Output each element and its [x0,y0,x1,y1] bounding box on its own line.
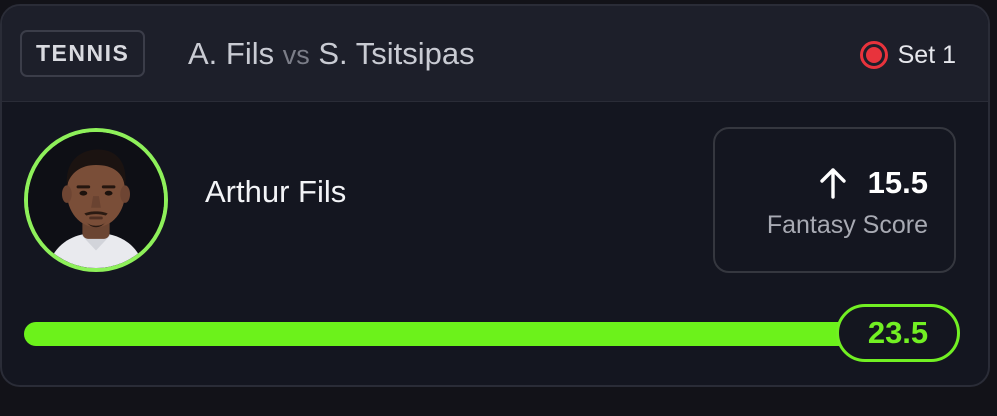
prop-card[interactable]: TENNIS A. Fils vs S. Tsitsipas Set 1 Art… [0,4,990,387]
projection-line: 15.5 [818,163,928,203]
progress-fill [24,322,864,346]
player-b-name: S. Tsitsipas [318,36,475,71]
live-record-icon [859,41,888,69]
player-avatar [24,128,168,272]
set-status: Set 1 [897,40,956,69]
player-name: Arthur Fils [205,174,347,209]
card-header: TENNIS A. Fils vs S. Tsitsipas Set 1 [2,6,988,102]
player-a-name: A. Fils [188,36,275,71]
progress-track [24,322,864,346]
live-status: Set 1 [859,40,956,70]
vs-label: vs [282,40,310,70]
sport-badge: TENNIS [20,30,146,77]
player-photo [28,132,164,268]
projection-value: 15.5 [867,165,928,200]
matchup-title: A. Fils vs S. Tsitsipas [188,36,475,73]
stat-type-label: Fantasy Score [766,211,928,239]
current-score-badge: 23.5 [836,304,960,362]
arrow-up-icon [819,168,846,199]
projection-box[interactable]: 15.5 Fantasy Score [713,127,956,273]
